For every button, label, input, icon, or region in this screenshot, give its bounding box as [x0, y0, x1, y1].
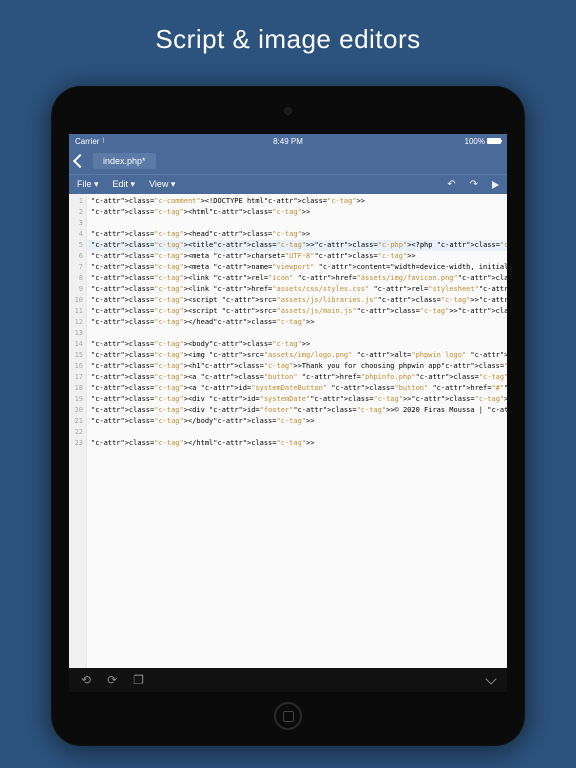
- battery-icon: [487, 138, 501, 144]
- back-button[interactable]: [73, 154, 87, 168]
- menu-file[interactable]: File ▾: [77, 179, 99, 190]
- run-icon[interactable]: [492, 181, 499, 189]
- status-bar: Carrier ⧙ 8:49 PM 100%: [69, 134, 507, 148]
- tabs-icon[interactable]: ❐: [133, 673, 144, 687]
- menu-view[interactable]: View ▾: [149, 179, 175, 190]
- home-button[interactable]: [274, 702, 302, 730]
- code-content[interactable]: "c-attr">class="c-comment"><!DOCTYPE htm…: [87, 194, 507, 668]
- dismiss-keyboard-icon[interactable]: [485, 673, 496, 684]
- line-gutter: 1234567891011121314151617181920212223: [69, 194, 87, 668]
- tablet-frame: Carrier ⧙ 8:49 PM 100% index.php* File ▾…: [51, 86, 525, 746]
- nav-bar: index.php*: [69, 148, 507, 174]
- wifi-icon: ⧙: [102, 136, 104, 146]
- nav-back-icon[interactable]: ⟲: [81, 673, 91, 687]
- code-editor[interactable]: 1234567891011121314151617181920212223 "c…: [69, 194, 507, 668]
- editor-toolbar: File ▾ Edit ▾ View ▾: [69, 174, 507, 194]
- battery-label: 100%: [465, 137, 485, 146]
- file-tab[interactable]: index.php*: [93, 153, 156, 169]
- clock-label: 8:49 PM: [273, 137, 303, 146]
- camera-dot: [285, 108, 291, 114]
- carrier-label: Carrier: [75, 137, 99, 146]
- undo-icon[interactable]: [447, 179, 455, 190]
- device-screen: Carrier ⧙ 8:49 PM 100% index.php* File ▾…: [69, 134, 507, 692]
- bottom-bar: ⟲ ⟳ ❐: [69, 668, 507, 692]
- nav-forward-icon[interactable]: ⟳: [107, 673, 117, 687]
- menu-edit[interactable]: Edit ▾: [113, 179, 136, 190]
- redo-icon[interactable]: [470, 179, 478, 190]
- page-caption: Script & image editors: [0, 0, 576, 55]
